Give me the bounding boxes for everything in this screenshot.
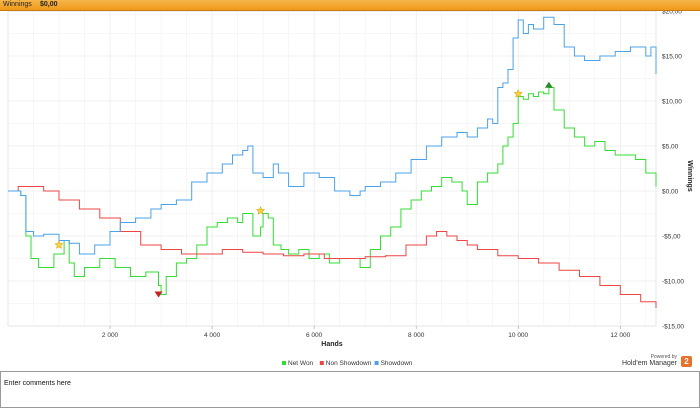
x-axis-label: Hands <box>321 341 343 348</box>
x-tick-label: 10 000 <box>508 332 528 339</box>
y-tick-label: $15,00 <box>662 54 682 61</box>
y-tick-label: $5,00 <box>662 144 679 151</box>
y-axis-label: Winnings <box>686 160 693 192</box>
y-tick-label: -$5,00 <box>662 234 681 241</box>
x-axis-ticks: 2 000 4 000 6 000 8 000 10 000 12 000 <box>102 326 631 339</box>
x-tick-label: 2 000 <box>102 332 119 339</box>
y-tick-label: $0,00 <box>662 189 679 196</box>
winnings-label: Winnings <box>3 1 32 8</box>
winnings-value: $0,00 <box>40 1 58 8</box>
legend-swatch-net-won <box>282 361 286 365</box>
legend-label-non-showdown: Non Showdown <box>326 360 372 367</box>
x-tick-label: 4 000 <box>204 332 221 339</box>
x-tick-label: 12 000 <box>610 332 630 339</box>
y-tick-label: $10,00 <box>662 99 682 106</box>
x-tick-label: 6 000 <box>306 332 323 339</box>
y-tick-label: -$10,00 <box>662 279 684 286</box>
y-tick-label: $20,00 <box>662 11 682 16</box>
title-bar: Winnings $0,00 <box>0 0 700 11</box>
chart-legend: Net Won Non Showdown Showdown <box>282 360 413 367</box>
legend-label-showdown: Showdown <box>381 360 413 367</box>
winnings-chart: 2 000 4 000 6 000 8 000 10 000 12 000 -$15,00… <box>7 11 693 367</box>
legend-swatch-showdown <box>374 361 379 365</box>
holdem-manager-logo-icon: 2 <box>681 356 692 367</box>
holdem-manager-branding: Powered by Hold'em Manager 2 <box>605 354 695 370</box>
y-tick-label: -$15,00 <box>662 324 684 331</box>
legend-label-net-won: Net Won <box>288 360 314 367</box>
y-axis-ticks: -$15,00 -$10,00 -$5,00 $0,00 $5,00 $10,00 $15,… <box>662 11 684 331</box>
comments-input[interactable] <box>1 378 697 389</box>
brand-name: Hold'em Manager <box>621 360 677 367</box>
legend-swatch-non-showdown <box>319 361 324 365</box>
x-tick-label: 8 000 <box>408 332 425 339</box>
comments-box[interactable] <box>0 371 700 408</box>
